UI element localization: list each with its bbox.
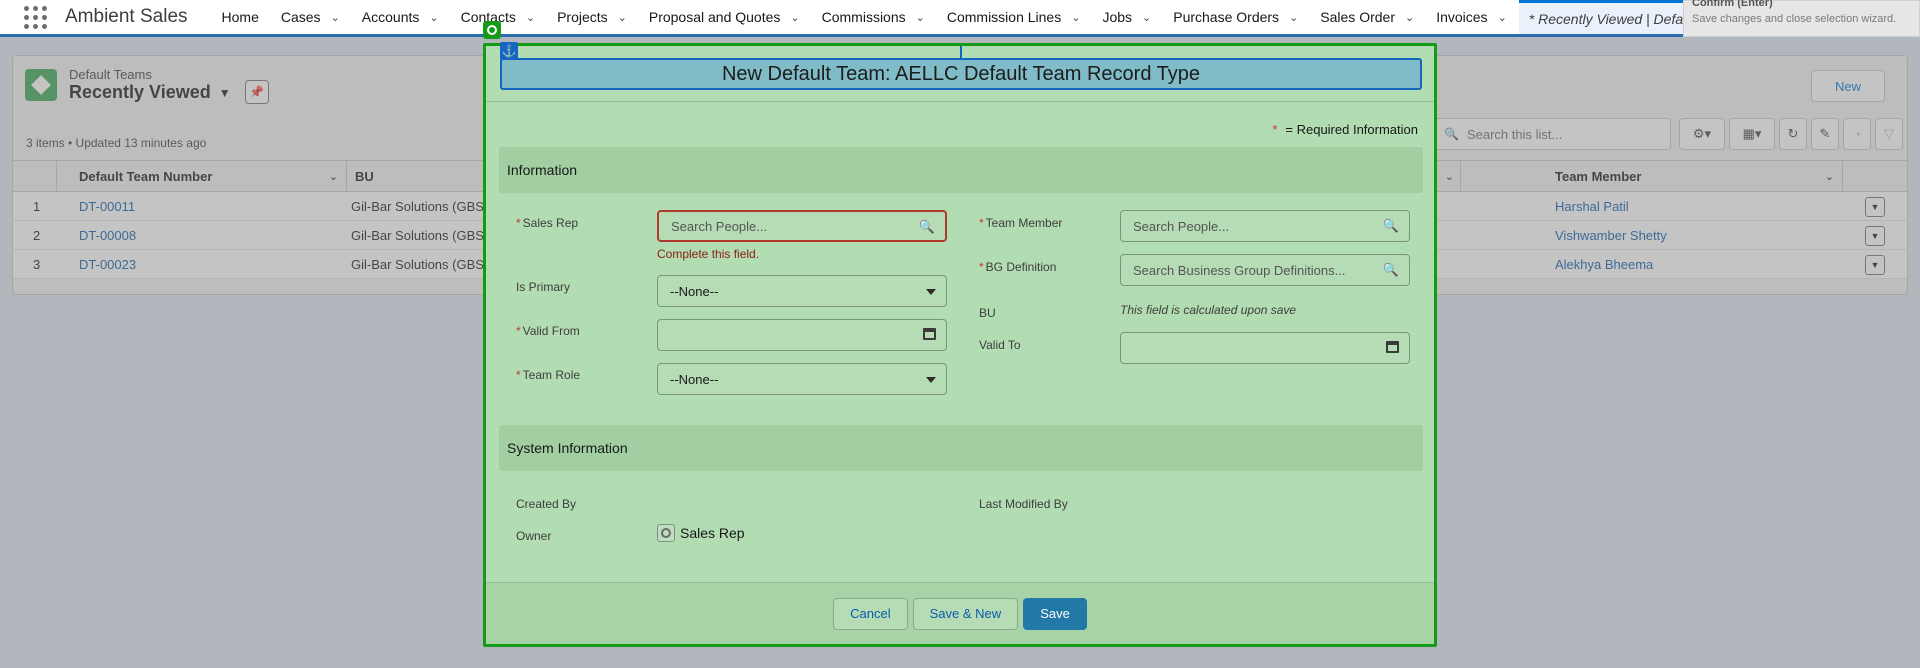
section-system-information[interactable]: System Information	[499, 425, 1423, 471]
nav-tab-proposal-and-quotes[interactable]: Proposal and Quotes ⌄	[639, 0, 812, 34]
global-nav: Ambient Sales Home Cases ⌄ Accounts ⌄ Contact…	[0, 0, 1920, 37]
valid-to-date-input[interactable]	[1120, 332, 1410, 364]
nav-tab-commission-lines[interactable]: Commission Lines ⌄	[937, 0, 1093, 34]
is-primary-label: Is Primary	[516, 280, 570, 294]
bu-label: BU	[979, 306, 996, 320]
chevron-down-icon[interactable]: ⌄	[618, 11, 627, 24]
nav-tab-label: Home	[221, 9, 259, 25]
calendar-icon[interactable]	[1386, 341, 1399, 353]
nav-tab-projects[interactable]: Projects ⌄	[547, 0, 639, 34]
nav-tab-label: Accounts	[361, 9, 420, 25]
target-icon	[483, 21, 501, 39]
team-member-label: * Team Member	[979, 216, 1063, 230]
nav-tabs: Home Cases ⌄ Accounts ⌄ Contacts ⌄ Projects ⌄ Pro…	[212, 0, 1519, 34]
nav-tab-label: Commission Lines	[946, 9, 1062, 25]
created-by-label: Created By	[516, 497, 577, 511]
bg-definition-label: * BG Definition	[979, 260, 1057, 274]
chevron-down-icon[interactable]: ⌄	[429, 11, 438, 24]
tooltip-body: Save changes and close selection wizard.	[1692, 13, 1897, 25]
nav-tab-label: Projects	[557, 9, 608, 25]
chevron-down-icon[interactable]: ⌄	[526, 11, 535, 24]
valid-to-label: Valid To	[979, 338, 1021, 352]
chevron-down-icon[interactable]: ⌄	[916, 11, 925, 24]
modal-footer: Cancel Save & New Save	[486, 582, 1434, 644]
sales-rep-lookup-input[interactable]: Search People... 🔍	[657, 210, 947, 242]
is-primary-select[interactable]: --None--	[657, 275, 947, 307]
nav-tab-label: Jobs	[1102, 9, 1133, 25]
connector-line	[960, 46, 962, 58]
tab-recently-viewed[interactable]: * Recently Viewed | Defaul	[1518, 0, 1707, 34]
nav-tab-label: Proposal and Quotes	[648, 9, 781, 25]
owner-avatar-icon	[657, 524, 675, 542]
sales-rep-error: Complete this field.	[657, 247, 760, 261]
new-record-modal: New Default Team: AELLC Default Team Rec…	[483, 21, 1437, 647]
nav-tab-commissions[interactable]: Commissions ⌄	[812, 0, 937, 34]
app-launcher-icon[interactable]	[23, 5, 47, 29]
chevron-down-icon[interactable]: ⌄	[1071, 11, 1080, 24]
chevron-down-icon[interactable]: ⌄	[1405, 11, 1414, 24]
sales-rep-label: * Sales Rep	[516, 216, 579, 230]
owner-value: Sales Rep	[680, 525, 745, 541]
search-icon: 🔍	[918, 219, 935, 234]
nav-tab-accounts[interactable]: Accounts ⌄	[352, 0, 451, 34]
dropdown-arrow-icon	[926, 289, 936, 295]
section-information[interactable]: Information	[499, 147, 1423, 193]
last-modified-by-label: Last Modified By	[979, 497, 1068, 511]
bg-definition-lookup-input[interactable]: Search Business Group Definitions... 🔍	[1120, 254, 1410, 286]
required-legend: * = Required Information	[1272, 122, 1418, 137]
chevron-down-icon[interactable]: ⌄	[1498, 11, 1507, 24]
nav-tab-label: Purchase Orders	[1173, 9, 1280, 25]
owner-label: Owner	[516, 529, 552, 543]
nav-tab-cases[interactable]: Cases ⌄	[271, 0, 352, 34]
nav-tab-home[interactable]: Home	[212, 0, 271, 34]
nav-tab-sales-order[interactable]: Sales Order ⌄	[1310, 0, 1426, 34]
tooltip-title: Confirm (Enter)	[1692, 0, 1773, 9]
nav-tab-label: Sales Order	[1320, 9, 1395, 25]
tab-label: * Recently Viewed | Defaul	[1528, 10, 1695, 27]
search-icon: 🔍	[1382, 262, 1399, 277]
close-icon[interactable]: ✕	[1416, 5, 1440, 31]
team-member-lookup-input[interactable]: Search People... 🔍	[1120, 210, 1410, 242]
nav-tab-invoices[interactable]: Invoices ⌄	[1426, 0, 1519, 34]
calendar-icon[interactable]	[923, 328, 936, 340]
dropdown-arrow-icon	[926, 377, 936, 383]
divider	[486, 101, 1434, 102]
cancel-button[interactable]: Cancel	[833, 597, 908, 630]
nav-tab-label: Cases	[280, 9, 321, 25]
anchor-icon: ⚓	[500, 42, 518, 60]
confirm-tooltip: Confirm (Enter) Save changes and close s…	[1683, 0, 1920, 37]
bu-calculated-note: This field is calculated upon save	[1120, 303, 1297, 317]
nav-tab-label: Invoices	[1436, 9, 1488, 25]
team-role-select[interactable]: --None--	[657, 363, 947, 395]
search-icon: 🔍	[1382, 218, 1399, 233]
nav-tab-jobs[interactable]: Jobs ⌄	[1092, 0, 1163, 34]
nav-tab-purchase-orders[interactable]: Purchase Orders ⌄	[1163, 0, 1310, 34]
save-button[interactable]: Save	[1023, 597, 1087, 630]
app-name: Ambient Sales	[65, 6, 188, 27]
chevron-down-icon[interactable]: ⌄	[1142, 11, 1151, 24]
modal-header: New Default Team: AELLC Default Team Rec…	[500, 58, 1422, 90]
valid-from-date-input[interactable]	[657, 319, 947, 351]
nav-tab-label: Commissions	[821, 9, 906, 25]
valid-from-label: * Valid From	[516, 324, 580, 338]
chevron-down-icon[interactable]: ⌄	[331, 11, 340, 24]
chevron-down-icon[interactable]: ⌄	[1289, 11, 1298, 24]
save-and-new-button[interactable]: Save & New	[912, 597, 1019, 630]
chevron-down-icon[interactable]: ⌄	[790, 11, 799, 24]
team-role-label: * Team Role	[516, 368, 581, 382]
modal-title: New Default Team: AELLC Default Team Rec…	[721, 62, 1201, 85]
